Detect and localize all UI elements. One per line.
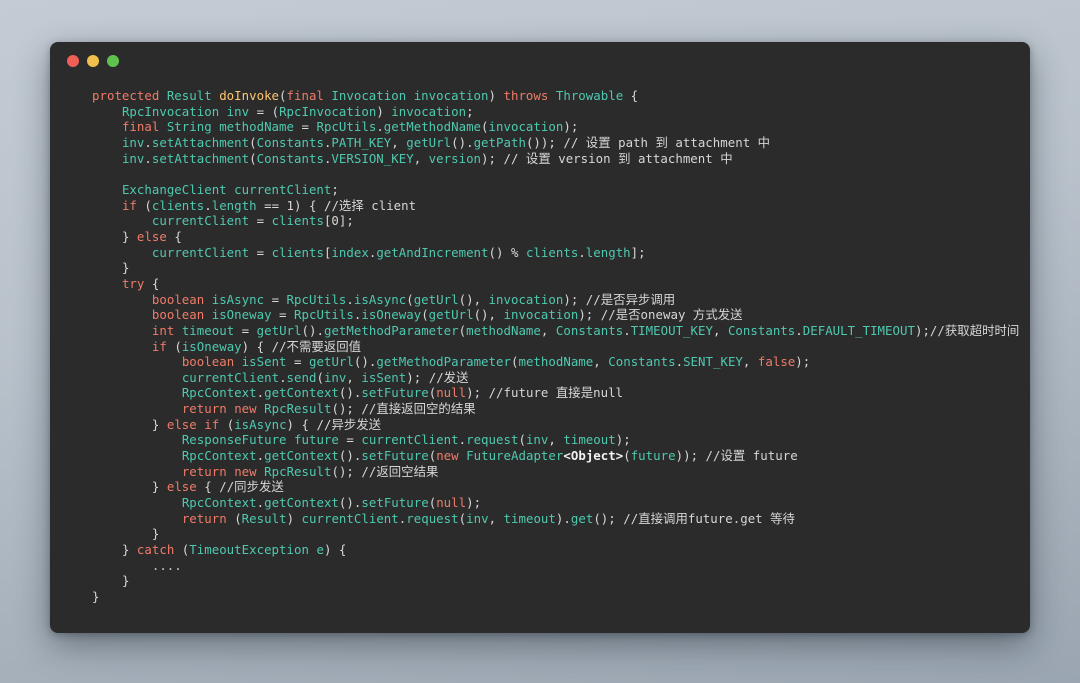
source-code[interactable]: protected Result doInvoke(final Invocati… [92, 88, 1030, 605]
close-button[interactable] [67, 55, 79, 67]
minimize-button[interactable] [87, 55, 99, 67]
code-area[interactable]: protected Result doInvoke(final Invocati… [50, 80, 1030, 605]
code-window: protected Result doInvoke(final Invocati… [50, 42, 1030, 633]
page-root: protected Result doInvoke(final Invocati… [0, 0, 1080, 683]
window-titlebar [50, 42, 1030, 80]
maximize-button[interactable] [107, 55, 119, 67]
